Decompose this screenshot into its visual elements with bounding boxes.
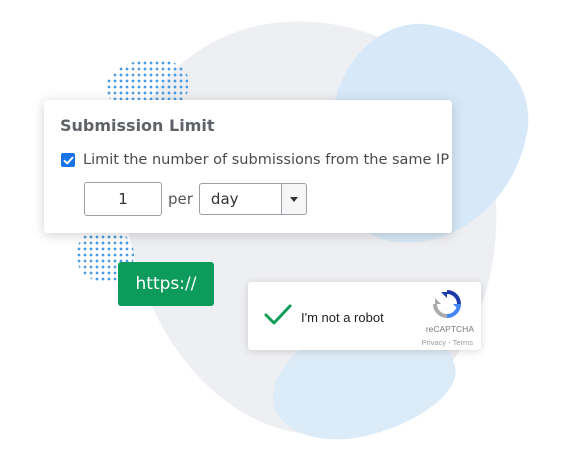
submission-limit-card: Submission Limit Limit the number of sub… (44, 100, 452, 233)
submission-count-input[interactable]: 1 (84, 182, 162, 216)
recaptcha-brand: reCAPTCHA (425, 324, 474, 334)
recaptcha-privacy-terms-link[interactable]: Privacy - Terms (421, 338, 473, 347)
limit-checkbox-row[interactable]: Limit the number of submissions from the… (61, 152, 449, 168)
recaptcha-widget: I'm not a robot reCAPTCHA Privacy - Term… (248, 282, 481, 350)
period-select-value: day (210, 190, 239, 208)
checkmark-icon (63, 156, 73, 164)
captcha-label: I'm not a robot (301, 310, 384, 325)
https-button[interactable]: https:// (118, 262, 214, 306)
chevron-down-icon[interactable] (280, 184, 306, 214)
limit-checkbox-label: Limit the number of submissions from the… (83, 152, 450, 168)
limit-checkbox[interactable] (61, 153, 75, 167)
card-title: Submission Limit (60, 116, 215, 135)
per-label: per (168, 190, 193, 208)
limit-controls: 1 per day (84, 182, 307, 216)
captcha-checkmark-icon[interactable] (263, 302, 293, 333)
period-select[interactable]: day (198, 183, 307, 215)
recaptcha-logo-icon (431, 288, 463, 325)
